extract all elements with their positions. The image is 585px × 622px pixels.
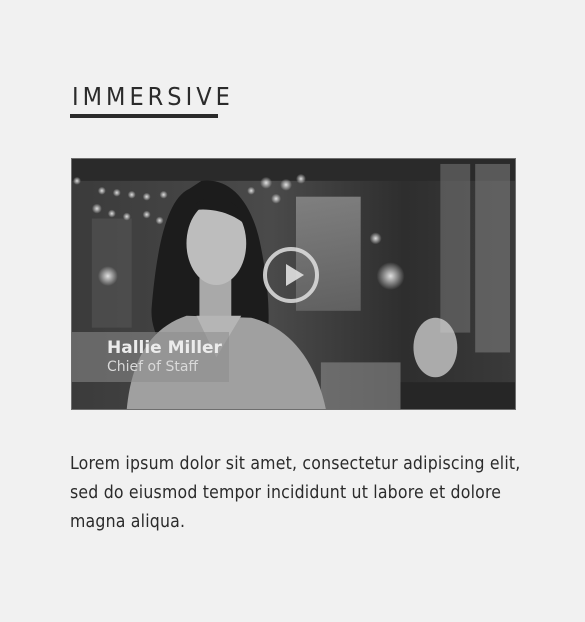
heading-underline [70, 114, 218, 118]
speaker-name: Hallie Miller [107, 338, 222, 358]
lower-third-caption: Hallie Miller Chief of Staff [72, 332, 229, 382]
description-text: Lorem ipsum dolor sit amet, consectetur … [70, 454, 521, 532]
play-icon [286, 264, 304, 286]
speaker-title: Chief of Staff [107, 359, 199, 375]
video-player[interactable]: Hallie Miller Chief of Staff [71, 158, 516, 410]
section-heading: IMMERSIVE [72, 82, 234, 111]
play-button[interactable] [263, 247, 319, 303]
